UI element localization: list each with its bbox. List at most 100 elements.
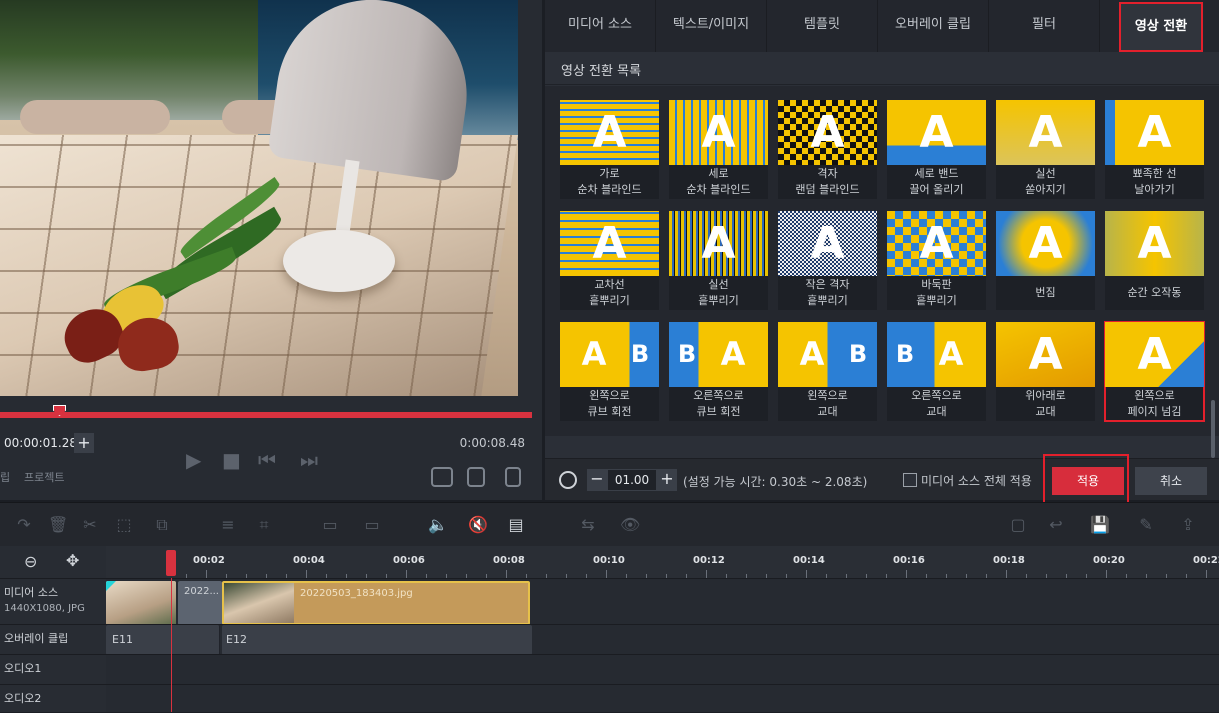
transition-tile[interactable]: A 작은 격자 흩뿌리기 bbox=[778, 211, 877, 310]
ruler-tick-label: 00:16 bbox=[893, 555, 925, 566]
media-track-label: 미디어 소스 1440X1080, JPG bbox=[0, 578, 106, 624]
transition-tile[interactable]: A 실선 흩뿌리기 bbox=[669, 211, 768, 310]
duration-minus-button[interactable]: − bbox=[587, 469, 607, 491]
swap-updown-thumb: A bbox=[996, 322, 1095, 387]
tab-filter[interactable]: 필터 bbox=[989, 0, 1100, 52]
tab-template[interactable]: 템플릿 bbox=[767, 0, 878, 52]
snapshot-icon[interactable] bbox=[431, 467, 453, 487]
thumb-letter-b: B bbox=[895, 340, 915, 368]
edit-toolbar: ↷ 🗑 ✂ ⬚ ⧉ ≡ ⌗ ▭ ▭ 🔈 🔇 ▤ ⇆ 👁 ▢ ↩ 💾 ✎ ⇪ bbox=[0, 502, 1219, 546]
transition-tile[interactable]: B A 오른쪽으로 교대 bbox=[887, 322, 986, 421]
transition-label: 바둑판 흩뿌리기 bbox=[887, 277, 986, 309]
replace-icon[interactable]: ⇆ bbox=[578, 515, 598, 534]
subtitle-icon[interactable]: ▤ bbox=[506, 515, 526, 534]
adjust-icon[interactable]: ≡ bbox=[218, 515, 238, 534]
ruler-tick bbox=[1206, 570, 1207, 578]
cancel-button[interactable]: 취소 bbox=[1135, 467, 1207, 495]
detach-icon[interactable]: ⧉ bbox=[152, 515, 172, 534]
transition-label-line1: 번짐 bbox=[1035, 286, 1056, 299]
next-frame-icon[interactable]: ⏭ bbox=[300, 448, 318, 472]
export-icon[interactable]: ⇪ bbox=[1178, 515, 1198, 534]
tab-text-image[interactable]: 텍스트/이미지 bbox=[656, 0, 767, 52]
open-icon[interactable]: ↩ bbox=[1046, 515, 1066, 534]
transition-label-line2: 날아가기 bbox=[1134, 183, 1175, 196]
seek-bar[interactable] bbox=[0, 412, 532, 418]
move-icon[interactable]: ✥ bbox=[66, 551, 79, 570]
duration-plus-button[interactable]: + bbox=[657, 469, 677, 491]
duration-input[interactable]: 01.00 bbox=[607, 469, 657, 491]
ruler-tick bbox=[406, 570, 407, 578]
overlay-clip-e12[interactable]: E12 bbox=[222, 625, 532, 655]
delete-icon[interactable]: 🗑 bbox=[48, 515, 68, 534]
new-project-icon[interactable]: ▢ bbox=[1008, 515, 1028, 534]
transition-label-line1: 작은 격자 bbox=[805, 278, 850, 291]
total-duration: 0:00:08.48 bbox=[459, 436, 525, 450]
tab-video-transition[interactable]: 영상 전환 bbox=[1119, 2, 1203, 52]
preview-tab-project[interactable]: 프로젝트 bbox=[24, 469, 64, 485]
transition-label-line2: 교대 bbox=[926, 405, 947, 418]
split-view-icon[interactable] bbox=[467, 467, 485, 487]
transition-label-line1: 바둑판 bbox=[921, 278, 952, 291]
timecode-plus-button[interactable]: + bbox=[74, 433, 94, 453]
zoom-icon[interactable]: ⊖ bbox=[24, 552, 37, 571]
select-icon[interactable]: ⬚ bbox=[114, 515, 134, 534]
image-frame-icon[interactable]: ▭ bbox=[320, 515, 340, 534]
playhead-handle[interactable] bbox=[166, 550, 176, 576]
divider bbox=[545, 84, 1219, 85]
transition-tile[interactable]: A 뾰족한 선 날아가기 bbox=[1105, 100, 1204, 199]
apply-all-checkbox[interactable] bbox=[903, 473, 917, 487]
mute-icon[interactable]: 🔇 bbox=[468, 515, 488, 534]
transition-tile[interactable]: B A 왼쪽으로 교대 bbox=[778, 322, 877, 421]
transition-tile[interactable]: A 격자 랜덤 블라인드 bbox=[778, 100, 877, 199]
transition-tile[interactable]: B A 왼쪽으로 큐브 회전 bbox=[560, 322, 659, 421]
transition-tile[interactable]: A 실선 쏟아지기 bbox=[996, 100, 1095, 199]
cut-icon[interactable]: ✂ bbox=[80, 515, 100, 534]
transition-tile[interactable]: A 위아래로 교대 bbox=[996, 322, 1095, 421]
transition-label-line1: 왼쪽으로 bbox=[807, 389, 848, 402]
crop-icon[interactable]: ⌗ bbox=[254, 515, 274, 534]
ruler-tick-label: 00:06 bbox=[393, 555, 425, 566]
stop-icon[interactable]: ■ bbox=[222, 448, 241, 472]
media-clip-3[interactable]: 20220503_183403.jpg bbox=[222, 581, 530, 625]
transition-tile[interactable]: A 세로 밴드 끌어 올리기 bbox=[887, 100, 986, 199]
media-clip-2[interactable]: 2022... bbox=[178, 581, 222, 625]
media-clip-1[interactable] bbox=[106, 581, 176, 625]
transition-tile[interactable]: A 바둑판 흩뿌리기 bbox=[887, 211, 986, 310]
preview-icon[interactable]: 👁 bbox=[620, 515, 640, 534]
clip-name: 20220503_183403.jpg bbox=[300, 588, 413, 599]
tab-media-source[interactable]: 미디어 소스 bbox=[545, 0, 656, 52]
vertical-blinds-thumb: A bbox=[669, 100, 768, 165]
thumb-letter-a: A bbox=[919, 218, 954, 269]
image-icon[interactable]: ▭ bbox=[362, 515, 382, 534]
transition-tile[interactable]: A 교차선 흩뿌리기 bbox=[560, 211, 659, 310]
transition-label-line2: 큐브 회전 bbox=[587, 405, 632, 418]
grid-scrollbar[interactable] bbox=[1211, 400, 1215, 458]
fullscreen-icon[interactable] bbox=[505, 467, 521, 487]
transition-tile[interactable]: A 가로 순차 블라인드 bbox=[560, 100, 659, 199]
tab-overlay-clip[interactable]: 오버레이 클립 bbox=[878, 0, 989, 52]
redo-icon[interactable]: ↷ bbox=[14, 515, 34, 534]
time-ruler[interactable]: 00:02 00:04 00:06 00:08 00:10 00:12 00:14 00:16… bbox=[106, 546, 1219, 578]
transition-label-line1: 세로 bbox=[708, 167, 729, 180]
transition-tile[interactable]: A 번짐 bbox=[996, 211, 1095, 310]
thumb-letter-b: B bbox=[848, 340, 868, 368]
save-as-icon[interactable]: ✎ bbox=[1136, 515, 1156, 534]
ruler-tick-label: 00:02 bbox=[193, 555, 225, 566]
prev-frame-icon[interactable]: ⏮ bbox=[258, 448, 276, 472]
overlay-clip-e11[interactable]: E11 bbox=[106, 625, 220, 655]
transition-label: 순간 오작동 bbox=[1105, 285, 1204, 301]
thumb-letter-a: A bbox=[1137, 218, 1172, 269]
transition-tile[interactable]: A 순간 오작동 bbox=[1105, 211, 1204, 310]
vertical-band-thumb: A bbox=[887, 100, 986, 165]
ruler-tick bbox=[606, 570, 607, 578]
transition-tile[interactable]: B A 오른쪽으로 큐브 회전 bbox=[669, 322, 768, 421]
preview-tab-clip[interactable]: 립 bbox=[0, 469, 10, 485]
transition-label-line2: 랜덤 블라인드 bbox=[795, 183, 860, 196]
transition-tile[interactable]: A 왼쪽으로 페이지 넘김 bbox=[1104, 321, 1205, 422]
play-icon[interactable]: ▶ bbox=[186, 448, 201, 472]
volume-icon[interactable]: 🔈 bbox=[428, 515, 448, 534]
thumb-letter-a: A bbox=[1028, 107, 1063, 158]
save-icon[interactable]: 💾 bbox=[1090, 515, 1110, 534]
transition-tile[interactable]: A 세로 순차 블라인드 bbox=[669, 100, 768, 199]
thumb-letter-a: A bbox=[592, 218, 627, 269]
